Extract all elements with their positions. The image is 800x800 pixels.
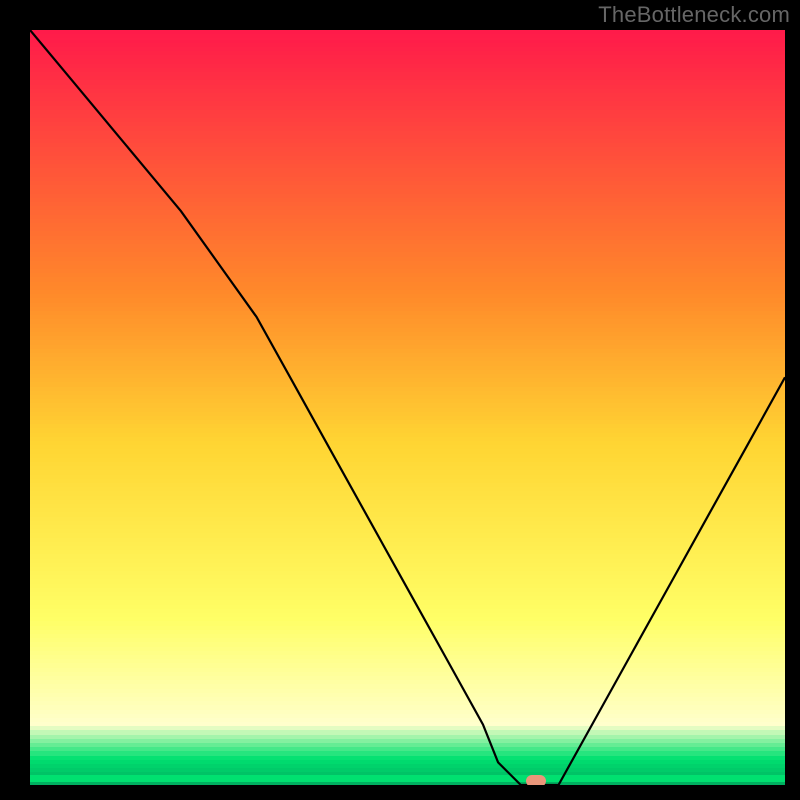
bottleneck-curve bbox=[30, 30, 785, 785]
curve-path bbox=[30, 30, 785, 785]
chart-frame: TheBottleneck.com bbox=[0, 0, 800, 800]
plot-area bbox=[30, 30, 785, 785]
optimal-marker bbox=[526, 775, 546, 785]
watermark-label: TheBottleneck.com bbox=[598, 2, 790, 28]
